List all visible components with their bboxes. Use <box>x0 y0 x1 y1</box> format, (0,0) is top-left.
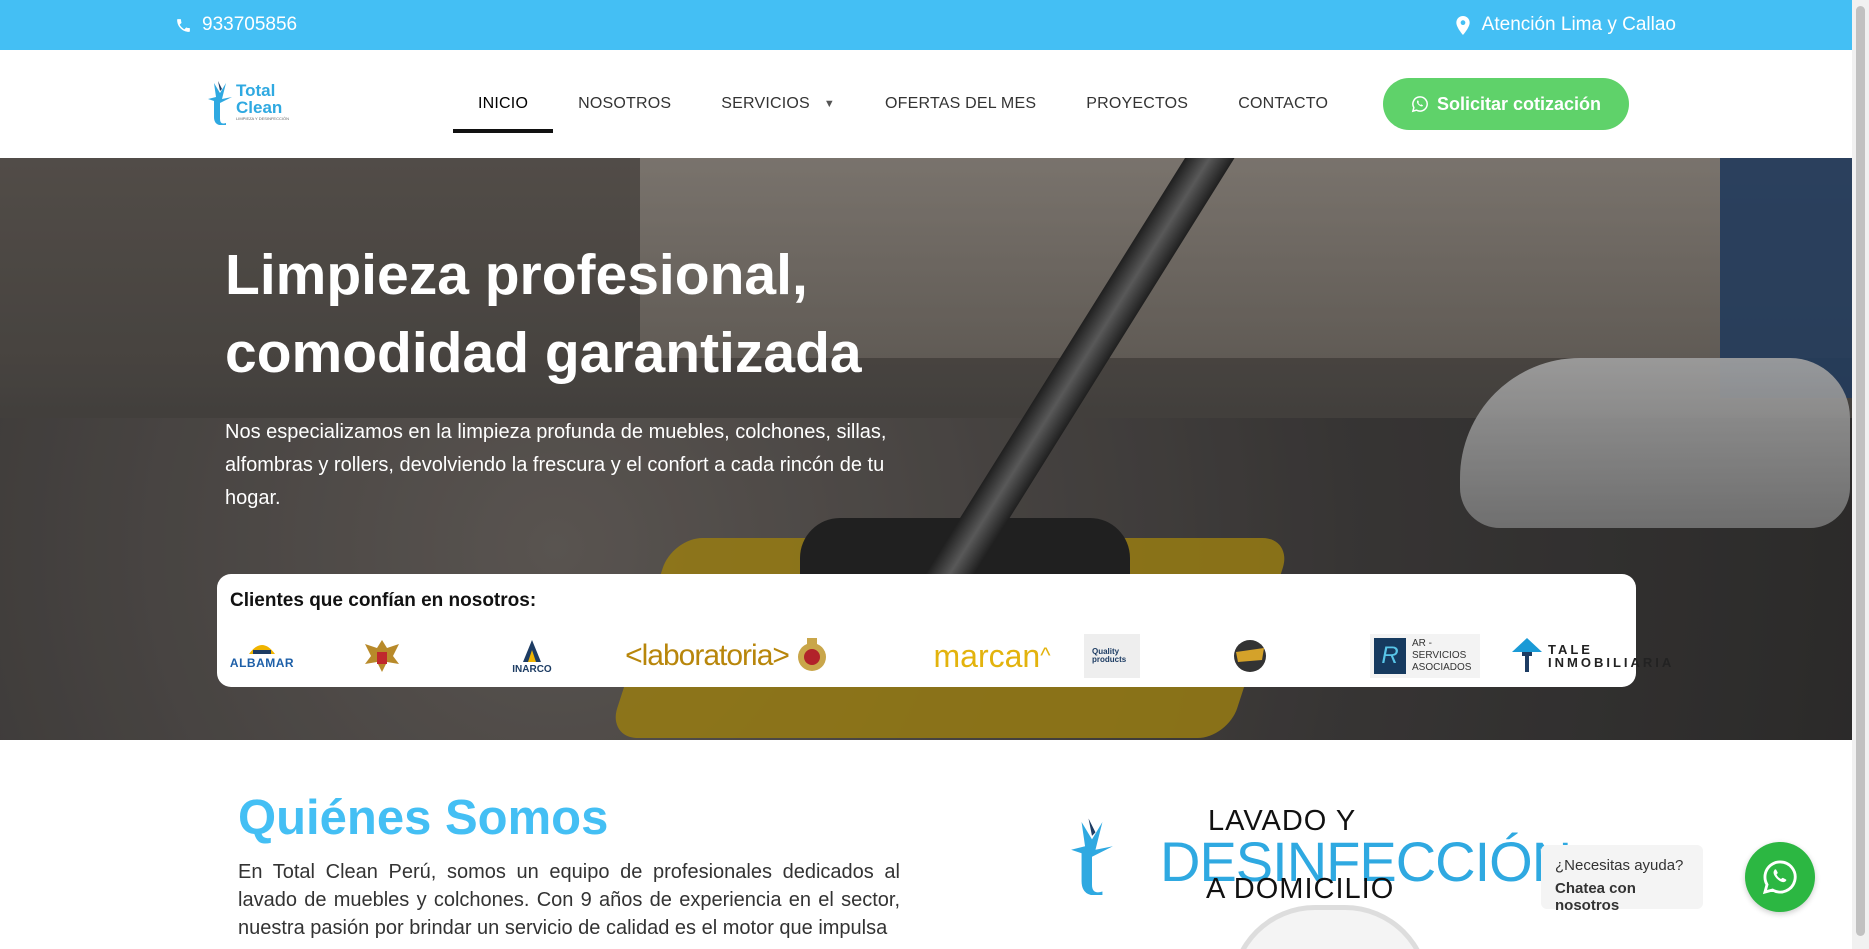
nav-item-servicios[interactable]: SERVICIOS ▼ <box>696 50 860 158</box>
client-logo-albamar: ALBAMAR <box>227 634 297 678</box>
client-logo-ar-servicios: R AR - SERVICIOS ASOCIADOS <box>1370 634 1480 678</box>
nav-item-proyectos[interactable]: PROYECTOS <box>1061 50 1213 158</box>
hero-title-line1: Limpieza profesional, <box>225 243 808 307</box>
nav-label: SERVICIOS <box>721 95 810 112</box>
crest-icon <box>798 638 826 671</box>
garuda-emblem-icon <box>365 640 399 672</box>
hero-title: Limpieza profesional, comodidad garantiz… <box>225 236 1025 392</box>
chat-question: ¿Necesitas ayuda? <box>1555 857 1684 874</box>
nav-label: INICIO <box>478 95 529 112</box>
client-logo-emblem <box>362 634 402 678</box>
client-logo-laboratoria: <laboratoria> <box>625 634 790 678</box>
nav-item-inicio[interactable]: INICIO <box>453 50 554 158</box>
page: 933705856 Atención Lima y Callao Total C… <box>0 0 1852 949</box>
phone-contact[interactable]: 933705856 <box>175 14 297 36</box>
page-scrollbar[interactable] <box>1852 0 1869 949</box>
nav-item-contacto[interactable]: CONTACTO <box>1213 50 1353 158</box>
client-name: <laboratoria> <box>625 639 790 672</box>
location-text: Atención Lima y Callao <box>1481 14 1676 35</box>
hero-description: Nos especializamos en la limpieza profun… <box>225 421 887 509</box>
nav-item-nosotros[interactable]: NOSOTROS <box>553 50 696 158</box>
scrollbar-thumb[interactable] <box>1856 6 1865 936</box>
clients-logos: ALBAMAR INARCO <laboratoria> marcan ^ Qua… <box>227 634 1675 682</box>
location-info: Atención Lima y Callao <box>1456 14 1676 36</box>
brand-logo[interactable]: Total Clean LIMPIEZA Y DESINFECCIÓN <box>208 78 298 126</box>
client-logo-inarco: INARCO <box>502 634 562 678</box>
clients-panel: Clientes que confían en nosotros: ALBAMA… <box>217 574 1675 687</box>
about-title: Quiénes Somos <box>238 791 609 845</box>
nav-label: PROYECTOS <box>1086 95 1189 112</box>
cta-label: Solicitar cotización <box>1436 93 1602 114</box>
albamar-emblem-icon <box>249 645 275 654</box>
tale-house-icon <box>1512 638 1542 672</box>
client-logo-crest <box>792 634 832 678</box>
client-name: ALBAMAR <box>229 656 295 670</box>
phone-icon <box>177 18 190 32</box>
whatsapp-icon <box>1762 860 1797 895</box>
phone-number: 933705856 <box>202 14 298 35</box>
client-name: INARCO <box>512 663 552 675</box>
promo-graphic: LAVADO Y DESINFECCIÓN A DOMICILIO <box>1070 805 1572 949</box>
brand-mark-icon <box>208 81 232 125</box>
top-bar: 933705856 Atención Lima y Callao <box>0 0 1852 50</box>
inarco-mark-icon <box>523 639 541 662</box>
client-logo-badge <box>1227 634 1273 678</box>
hero-title-line2: comodidad garantizada <box>225 321 862 385</box>
badge-emblem-icon <box>1234 640 1266 672</box>
nav-item-ofertas[interactable]: OFERTAS DEL MES <box>860 50 1061 158</box>
nav-label: CONTACTO <box>1238 95 1329 112</box>
clients-title: Clientes que confían en nosotros: <box>230 590 537 611</box>
caret-mark-icon: ^ <box>1040 643 1051 668</box>
caret-down-icon: ▼ <box>823 98 836 110</box>
whatsapp-icon <box>1411 96 1428 113</box>
nav-label: OFERTAS DEL MES <box>885 95 1037 112</box>
ar-mark-icon: R <box>1374 638 1406 674</box>
main-nav: INICIO NOSOTROS SERVICIOS ▼ OFERTAS DEL M… <box>453 50 1353 158</box>
client-logo-quality-products: Quality products <box>1084 634 1140 678</box>
chat-prompt-bubble[interactable]: ¿Necesitas ayuda? Chatea con nosotros <box>1541 845 1703 914</box>
about-text: En Total Clean Perú, somos un equipo de … <box>238 861 900 939</box>
nav-label: NOSOTROS <box>578 95 672 112</box>
client-name: TALE INMOBILIARIA <box>1548 642 1675 670</box>
brand-wordmark: Total Clean LIMPIEZA Y DESINFECCIÓN <box>236 82 289 122</box>
client-name: Quality products <box>1092 647 1127 664</box>
chat-action: Chatea con nosotros <box>1555 880 1636 914</box>
whatsapp-chat-button[interactable] <box>1745 842 1815 912</box>
client-name: AR - SERVICIOS ASOCIADOS <box>1412 638 1472 673</box>
brand-name-line2: Clean <box>236 98 283 117</box>
promo-line3: A DOMICILIO <box>1206 873 1395 905</box>
request-quote-button[interactable]: Solicitar cotización <box>1383 78 1629 130</box>
promo-image-frame <box>1230 905 1430 949</box>
brand-mark-large-icon <box>1071 818 1113 895</box>
client-name-text: laboratoria <box>641 639 774 672</box>
client-logo-tale: TALE INMOBILIARIA <box>1510 634 1675 678</box>
client-name: marcan <box>933 637 1041 674</box>
main-header: Total Clean LIMPIEZA Y DESINFECCIÓN INIC… <box>0 50 1852 158</box>
client-logo-marcan: marcan ^ <box>933 634 1051 678</box>
location-pin-icon <box>1456 15 1470 35</box>
brand-tagline: LIMPIEZA Y DESINFECCIÓN <box>236 116 289 121</box>
